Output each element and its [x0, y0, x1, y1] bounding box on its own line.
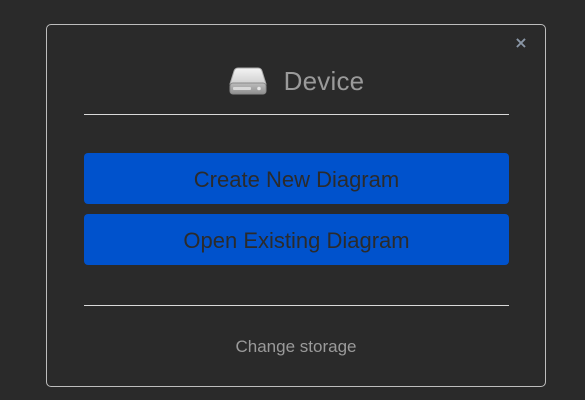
- change-storage-link[interactable]: Change storage: [47, 336, 545, 358]
- footer-divider: [84, 305, 509, 306]
- create-new-diagram-button[interactable]: Create New Diagram: [84, 153, 509, 204]
- header-divider: [84, 114, 509, 115]
- hard-drive-icon: [228, 67, 267, 95]
- dialog-title: Device: [283, 66, 365, 96]
- open-existing-diagram-button[interactable]: Open Existing Diagram: [84, 214, 509, 265]
- dialog-header: Device: [47, 63, 545, 99]
- storage-dialog: × Device Create New Diagram Open Existin…: [46, 24, 546, 387]
- app-backdrop: × Device Create New Diagram Open Existin…: [0, 0, 585, 400]
- close-icon[interactable]: ×: [513, 35, 529, 51]
